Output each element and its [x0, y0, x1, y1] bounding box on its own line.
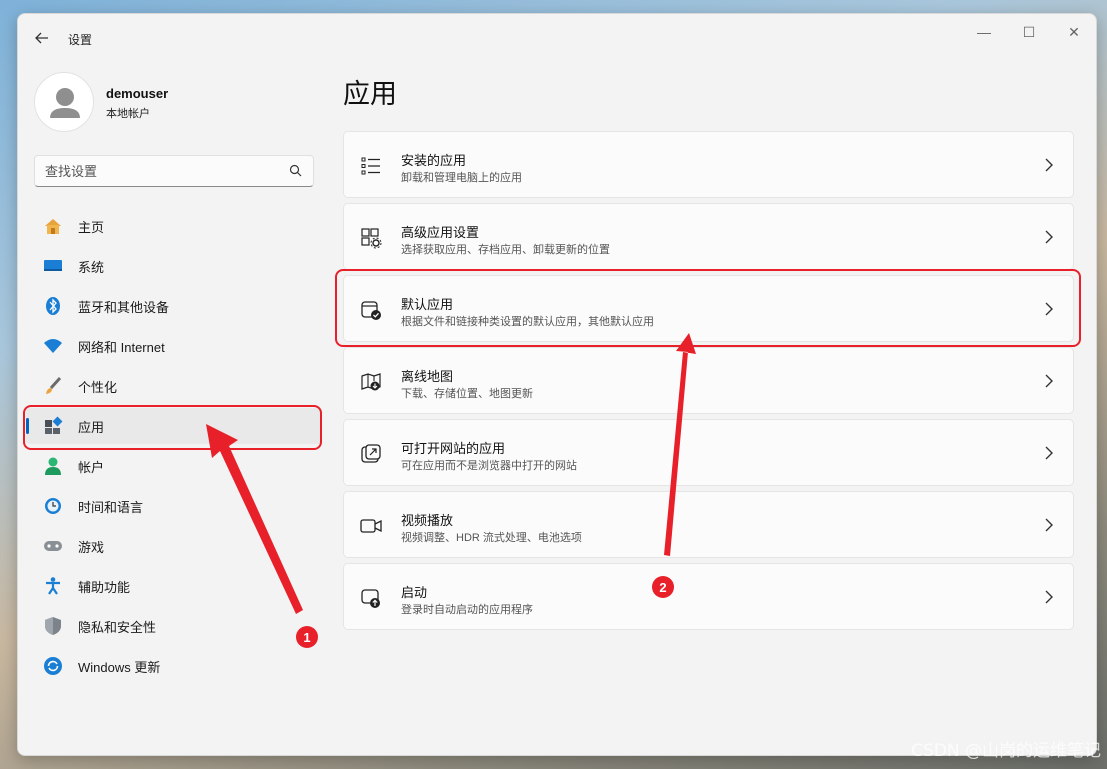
arrow-1: [206, 424, 303, 614]
arrow-2: [664, 333, 696, 556]
annotation-arrows: [206, 333, 696, 614]
annotation-badge-1: 1: [296, 626, 318, 648]
annotation-badge-2: 2: [652, 576, 674, 598]
watermark: CSDN @山岗的运维笔记: [911, 741, 1101, 761]
